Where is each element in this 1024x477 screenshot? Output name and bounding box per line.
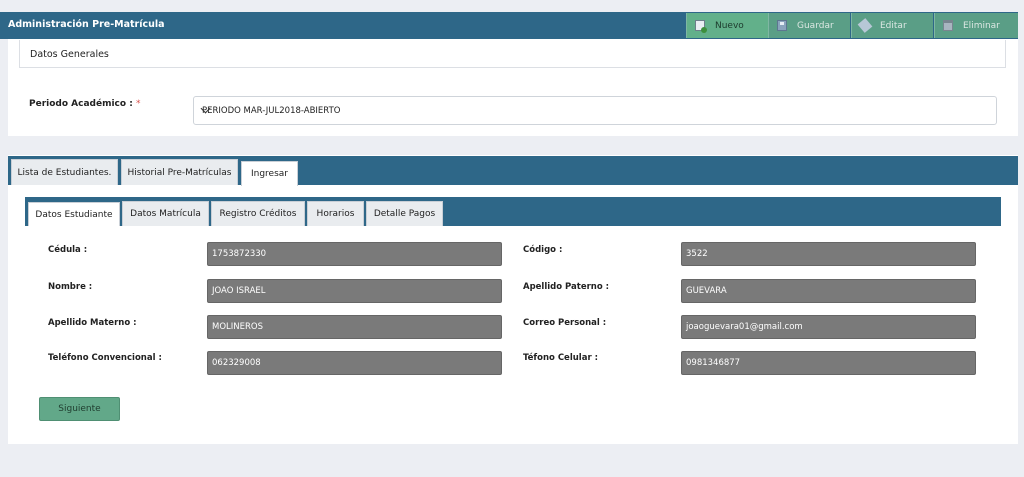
apellido-materno-field[interactable]: MOLINEROS <box>207 315 502 339</box>
telefono-convencional-field[interactable]: 062329008 <box>207 351 502 375</box>
tab-label: Registro Créditos <box>219 209 297 219</box>
codigo-label: Código : <box>523 245 563 255</box>
general-section-header: Datos Generales <box>19 40 1006 68</box>
tab-label: Horarios <box>316 209 355 219</box>
tab-datos-estudiante[interactable]: Datos Estudiante <box>28 202 120 226</box>
correo-personal-label: Correo Personal : <box>523 318 607 328</box>
apellido-materno-label: Apellido Materno : <box>48 318 137 328</box>
general-panel: Datos Generales Periodo Académico : * PE… <box>8 39 1018 136</box>
tab-datos-matricula[interactable]: Datos Matrícula <box>122 201 209 226</box>
guardar-button[interactable]: Guardar <box>768 13 850 38</box>
periodo-label-text: Periodo Académico : <box>29 99 133 109</box>
periodo-label: Periodo Académico : * <box>29 99 140 109</box>
eliminar-button[interactable]: Eliminar <box>934 13 1018 38</box>
tab-detalle-pagos[interactable]: Detalle Pagos <box>366 201 443 226</box>
tab-historial[interactable]: Historial Pre-Matrículas <box>121 159 238 185</box>
tab-label: Datos Estudiante <box>35 209 113 220</box>
nuevo-button[interactable]: Nuevo <box>686 13 768 38</box>
tab-ingresar[interactable]: Ingresar <box>241 161 298 186</box>
tab-label: Ingresar <box>250 169 288 179</box>
edit-pencil-icon <box>857 18 873 33</box>
telefono-convencional-label: Teléfono Convencional : <box>48 353 162 363</box>
correo-personal-field[interactable]: joaoguevara01@gmail.com <box>681 315 976 339</box>
sub-tab-bar: Datos Estudiante Datos Matrícula Registr… <box>25 197 1001 226</box>
telefono-celular-label: Téfono Celular : <box>523 353 598 363</box>
tab-horarios[interactable]: Horarios <box>307 201 364 226</box>
general-section-title: Datos Generales <box>30 49 109 60</box>
new-document-icon <box>695 20 707 33</box>
cedula-field[interactable]: 1753872330 <box>207 242 502 266</box>
trash-icon <box>943 20 953 31</box>
cedula-label: Cédula : <box>48 245 88 255</box>
page-title: Administración Pre-Matrícula <box>8 19 165 30</box>
nuevo-label: Nuevo <box>715 20 744 31</box>
required-mark: * <box>135 99 141 109</box>
main-tab-bar: Lista de Estudiantes. Historial Pre-Matr… <box>8 156 1018 186</box>
tab-registro-creditos[interactable]: Registro Créditos <box>211 201 305 226</box>
periodo-select[interactable]: PERIODO MAR-JUL2018-ABIERTO <box>193 96 997 125</box>
tab-label: Historial Pre-Matrículas <box>127 167 232 178</box>
eliminar-label: Eliminar <box>963 20 1000 31</box>
student-panel: Lista de Estudiantes. Historial Pre-Matr… <box>8 155 1018 444</box>
periodo-select-value: PERIODO MAR-JUL2018-ABIERTO <box>202 106 341 116</box>
tab-label: Lista de Estudiantes. <box>17 167 112 178</box>
codigo-field[interactable]: 3522 <box>681 242 976 266</box>
guardar-label: Guardar <box>797 20 834 31</box>
editar-button[interactable]: Editar <box>851 13 933 38</box>
nombre-field[interactable]: JOAO ISRAEL <box>207 279 502 303</box>
apellido-paterno-label: Apellido Paterno : <box>523 282 610 292</box>
save-icon <box>777 20 787 31</box>
tab-lista-estudiantes[interactable]: Lista de Estudiantes. <box>11 159 118 185</box>
tab-label: Detalle Pagos <box>373 209 436 219</box>
editar-label: Editar <box>880 20 907 31</box>
apellido-paterno-field[interactable]: GUEVARA <box>681 279 976 303</box>
header-bar: Administración Pre-Matrícula Nuevo Guard… <box>0 12 1018 39</box>
telefono-celular-field[interactable]: 0981346877 <box>681 351 976 375</box>
siguiente-button[interactable]: Siguiente <box>39 397 120 421</box>
tab-label: Datos Matrícula <box>130 209 201 219</box>
nombre-label: Nombre : <box>48 282 93 292</box>
